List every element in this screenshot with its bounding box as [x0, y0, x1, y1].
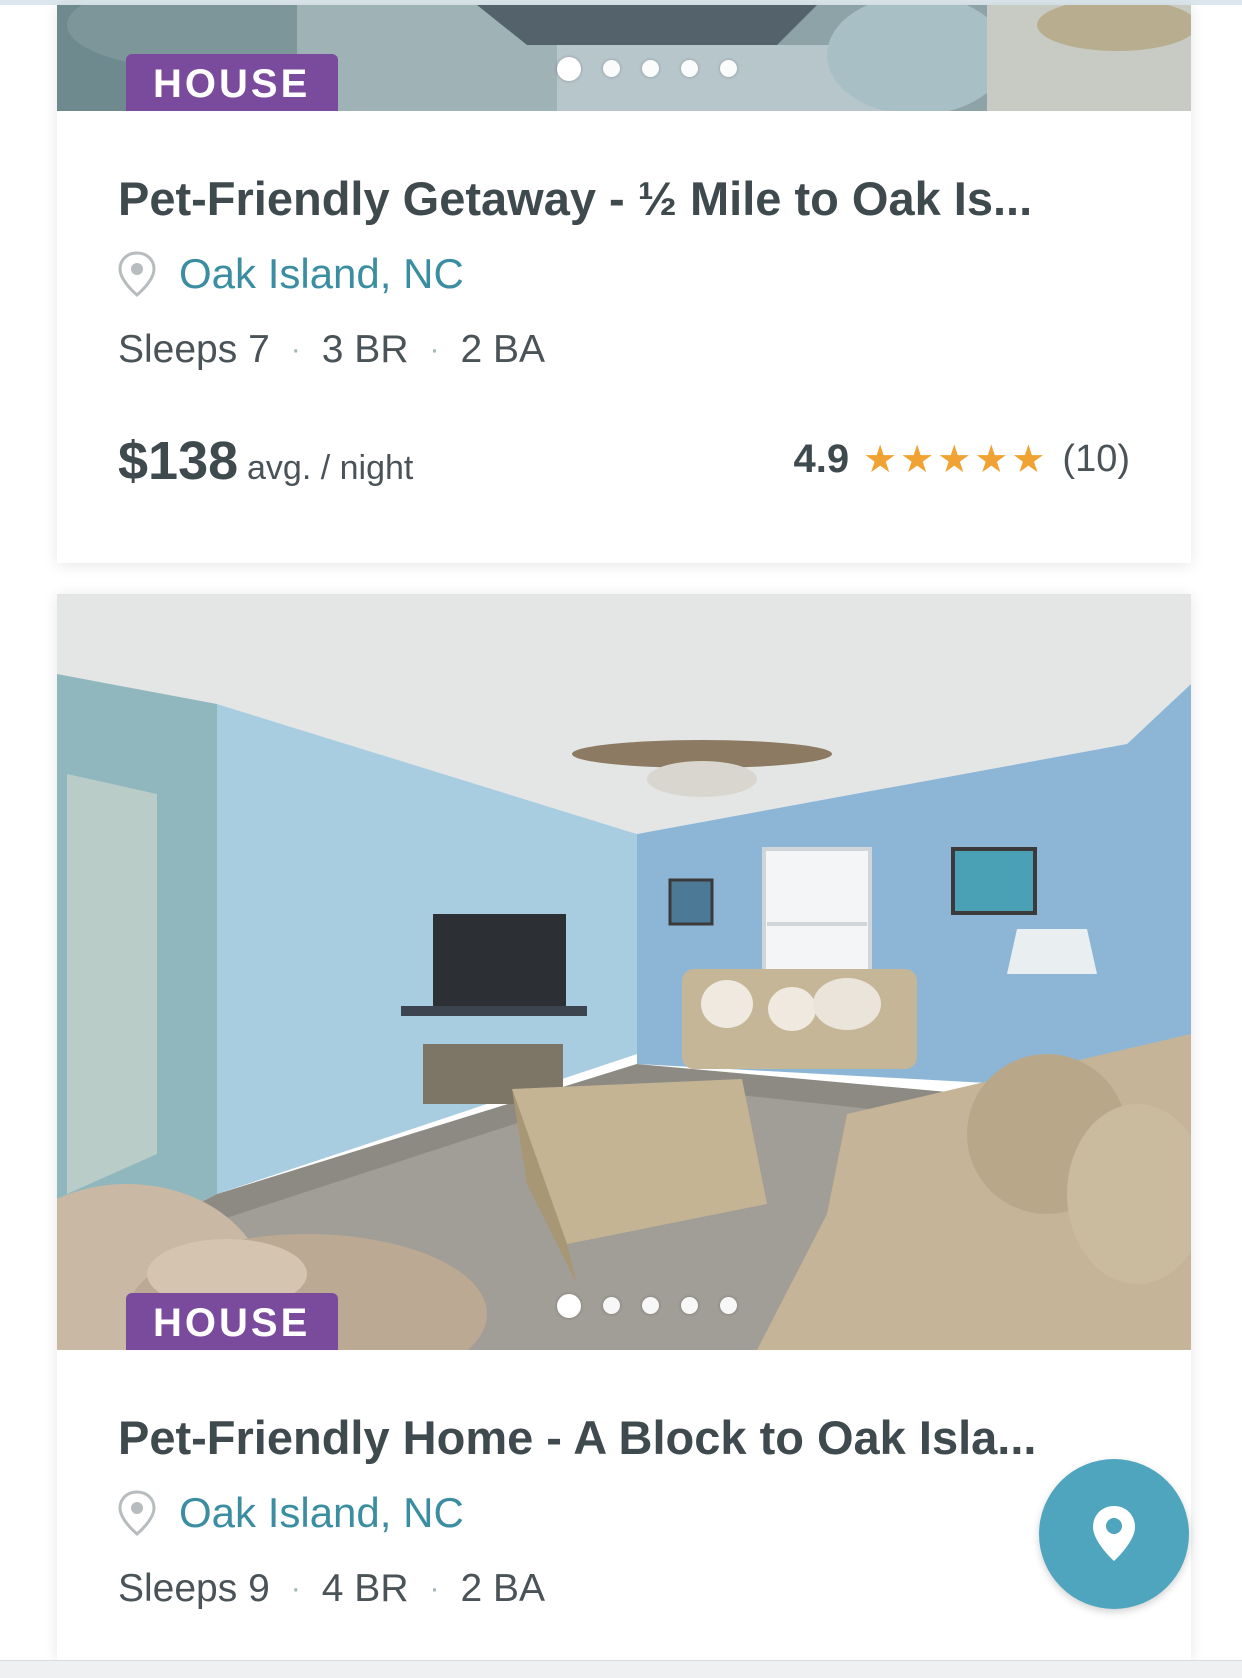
listing-location: Oak Island, NC	[118, 1489, 1191, 1537]
map-pin-icon	[1093, 1506, 1135, 1561]
separator: ·	[290, 333, 301, 367]
location-text: Oak Island, NC	[179, 1489, 464, 1537]
bedroom-count: 4 BR	[321, 1567, 409, 1611]
bedroom-count: 3 BR	[321, 328, 409, 372]
carousel-dot[interactable]	[641, 1297, 659, 1314]
living-room-photo	[57, 594, 1191, 1350]
nightly-price: $138	[118, 431, 239, 492]
location-text: Oak Island, NC	[179, 250, 464, 298]
rating-value: 4.9	[793, 437, 850, 482]
separator: ·	[290, 1572, 301, 1606]
carousel-dot[interactable]	[556, 1294, 581, 1318]
bathroom-count: 2 BA	[460, 1567, 546, 1611]
carousel-dot[interactable]	[602, 60, 620, 77]
carousel-dot[interactable]	[556, 57, 581, 81]
sleeps-count: Sleeps 7	[118, 328, 270, 372]
listing-card[interactable]: HOUSE Pet-Friendly Home - A Block to Oak…	[57, 594, 1191, 1660]
review-count: (10)	[1062, 438, 1130, 481]
property-type-badge: HOUSE	[126, 54, 339, 111]
property-type-badge: HOUSE	[126, 1293, 339, 1350]
listing-card[interactable]: HOUSE Pet-Friendly Getaway - ½ Mile to O…	[57, 5, 1191, 563]
listing-specs: Sleeps 9 · 4 BR · 2 BA	[118, 1567, 1191, 1611]
location-pin-icon	[118, 251, 156, 298]
bottom-bar	[0, 1660, 1242, 1678]
sleeps-count: Sleeps 9	[118, 1567, 270, 1611]
listing-title[interactable]: Pet-Friendly Getaway - ½ Mile to Oak Is.…	[118, 171, 1138, 227]
listing-photo[interactable]: HOUSE	[57, 5, 1191, 111]
listing-title[interactable]: Pet-Friendly Home - A Block to Oak Isla.…	[118, 1410, 1138, 1466]
carousel-dot[interactable]	[680, 60, 698, 77]
star-rating-icon: ★★★★★	[863, 439, 1049, 482]
listing-specs: Sleeps 7 · 3 BR · 2 BA	[118, 328, 1191, 372]
separator: ·	[429, 1572, 440, 1606]
listing-location: Oak Island, NC	[118, 250, 1191, 298]
location-pin-icon	[118, 1490, 156, 1537]
rating: 4.9 ★★★★★ (10)	[793, 437, 1130, 482]
carousel-dot[interactable]	[602, 1297, 620, 1314]
price-rating-row: $138 avg. / night 4.9 ★★★★★ (10)	[118, 430, 1191, 492]
bathroom-count: 2 BA	[460, 328, 546, 372]
separator: ·	[429, 333, 440, 367]
listing-photo[interactable]: HOUSE	[57, 594, 1191, 1350]
carousel-dot[interactable]	[680, 1297, 698, 1314]
map-view-button[interactable]	[1039, 1459, 1189, 1609]
carousel-dot[interactable]	[641, 60, 659, 77]
carousel-dot[interactable]	[719, 60, 737, 77]
carousel-dot[interactable]	[719, 1297, 737, 1314]
price-unit: avg. / night	[247, 449, 414, 488]
